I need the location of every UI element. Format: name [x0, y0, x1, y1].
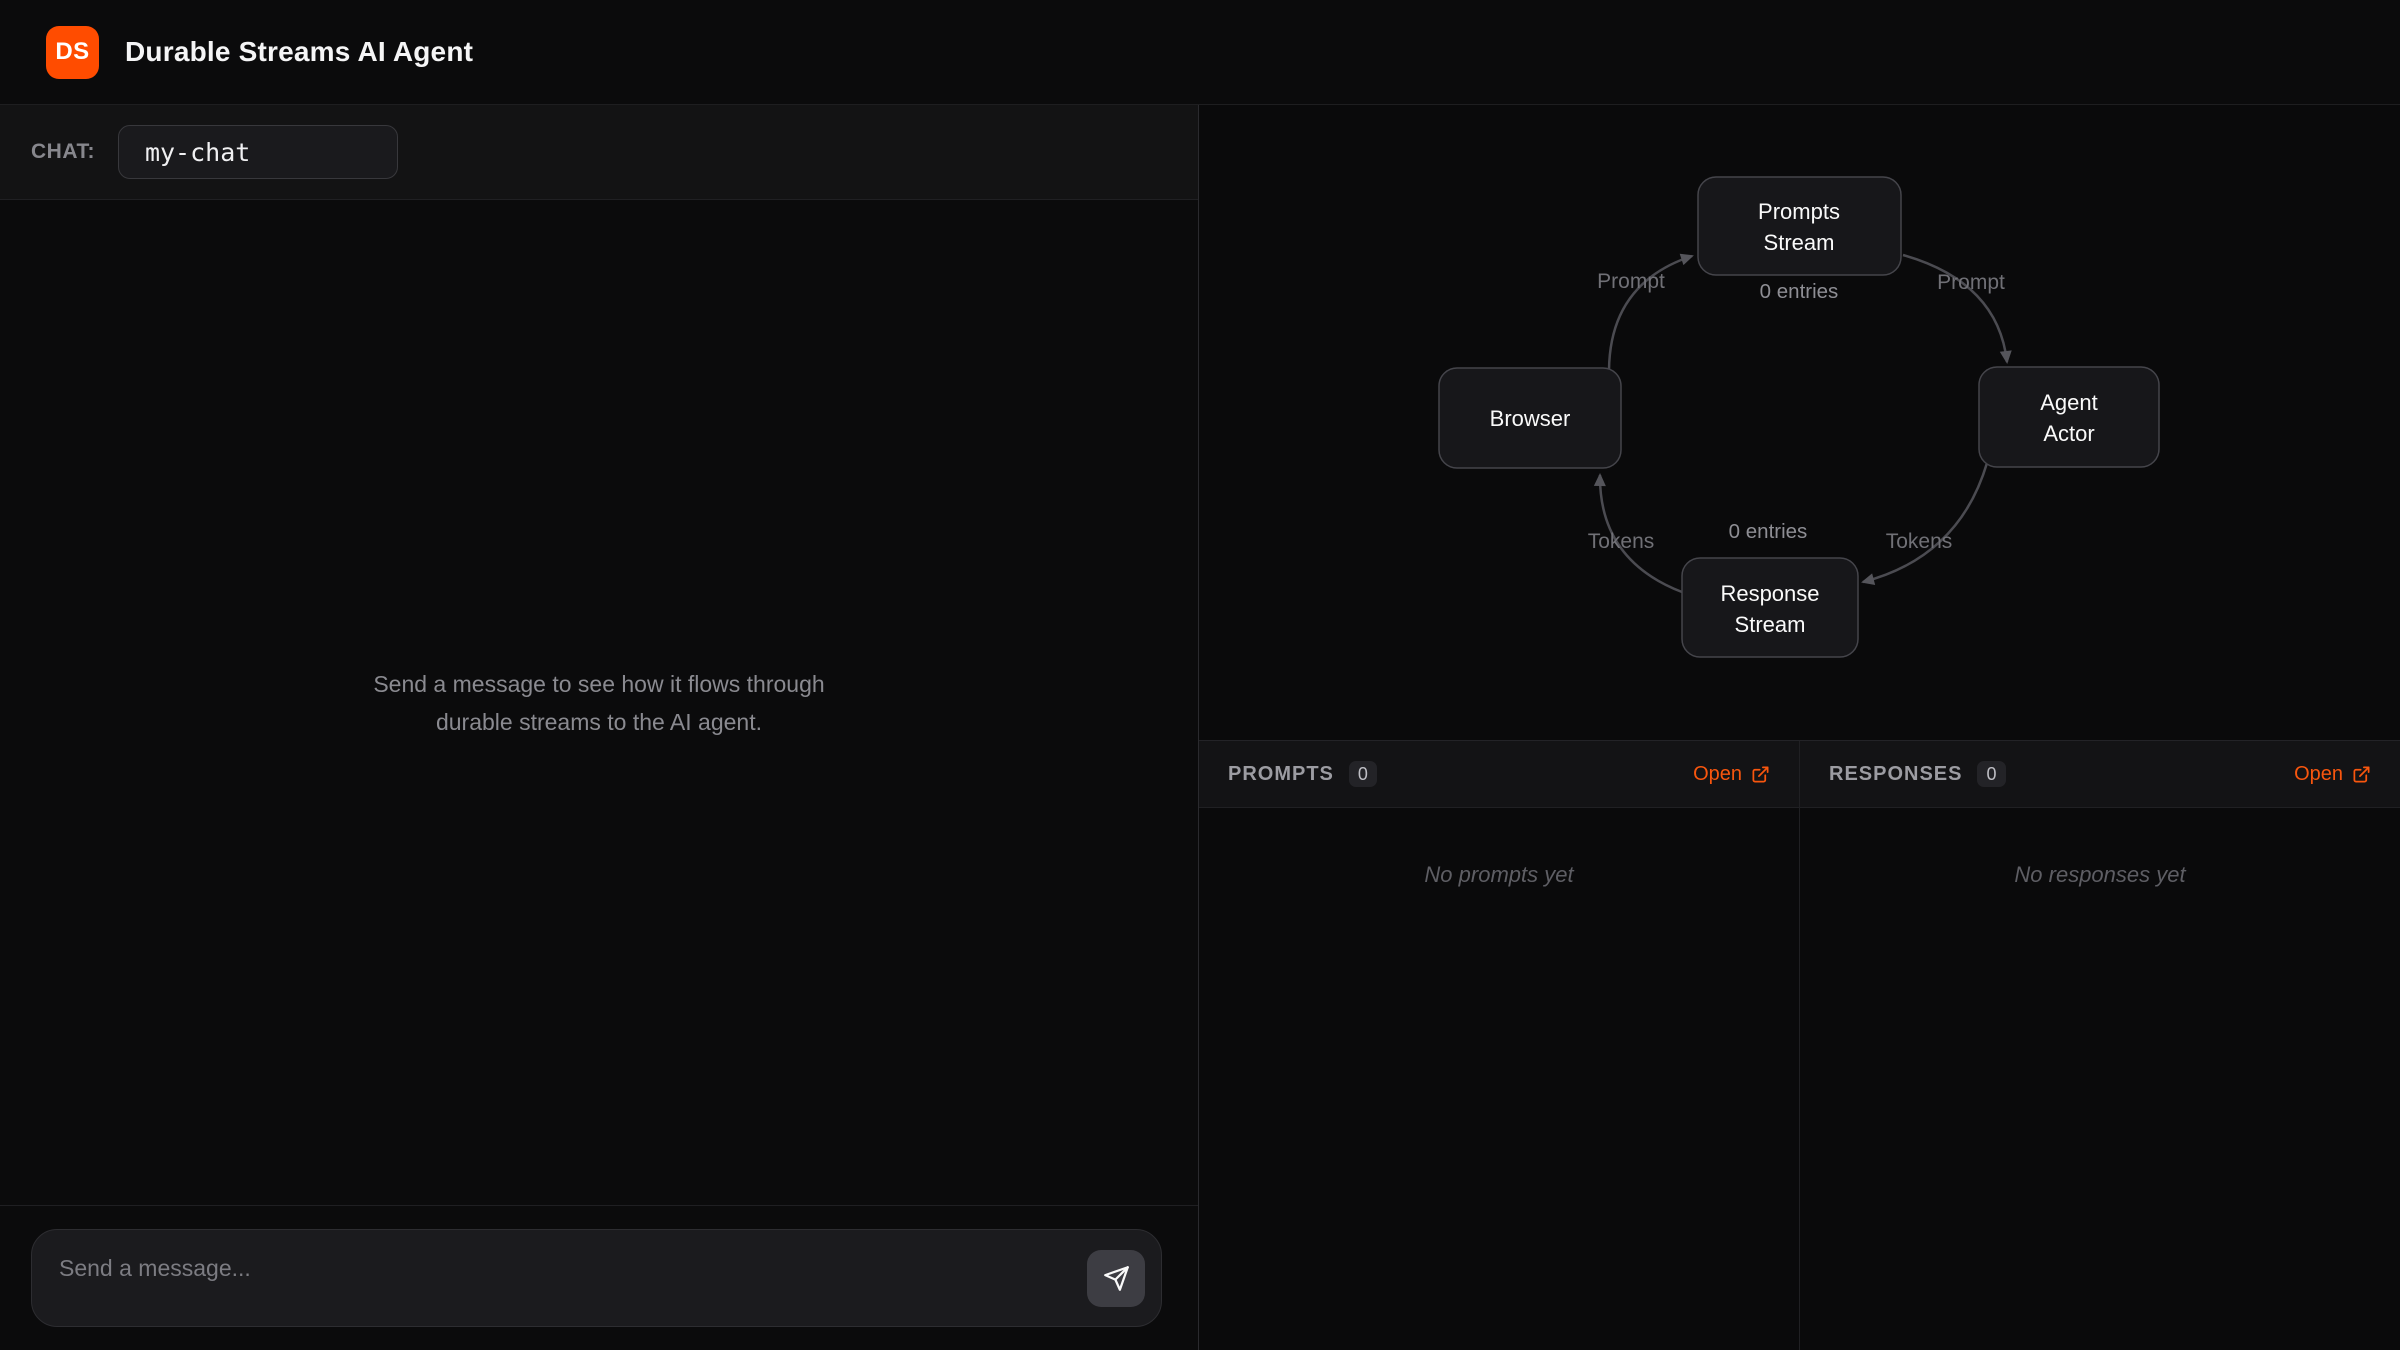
message-input-box [31, 1229, 1162, 1327]
chat-messages-area: Send a message to see how it flows throu… [0, 200, 1198, 1205]
stream-lists: PROMPTS 0 Open No prompts yet [1199, 740, 2400, 1350]
node-agent-actor: Agent Actor [1979, 367, 2159, 467]
message-input[interactable] [32, 1230, 1161, 1326]
responses-header: RESPONSES 0 Open [1800, 741, 2400, 808]
responses-empty-state: No responses yet [1800, 862, 2400, 888]
chat-id-input[interactable] [118, 125, 398, 179]
prompts-empty-state: No prompts yet [1199, 862, 1799, 888]
svg-text:Actor: Actor [2043, 421, 2094, 446]
flow-diagram-canvas: Prompts Stream Agent Actor Browser [1199, 105, 2400, 740]
chat-empty-line1: Send a message to see how it flows throu… [373, 665, 824, 703]
main-layout: CHAT: Send a message to see how it flows… [0, 105, 2400, 1350]
responses-count-badge: 0 [1977, 761, 2005, 787]
app-title: Durable Streams AI Agent [125, 36, 473, 68]
svg-text:Prompts: Prompts [1758, 199, 1840, 224]
chat-empty-state: Send a message to see how it flows throu… [373, 665, 824, 741]
send-button[interactable] [1087, 1250, 1145, 1307]
edge-agent-to-response [1863, 463, 1987, 582]
responses-body: No responses yet [1800, 808, 2400, 1350]
edge-label-tokens-left: Tokens [1588, 530, 1655, 553]
chat-empty-line2: durable streams to the AI agent. [373, 703, 824, 741]
send-paper-plane-icon [1103, 1265, 1130, 1292]
svg-text:Agent: Agent [2040, 390, 2098, 415]
svg-text:Stream: Stream [1735, 612, 1806, 637]
stream-flow-diagram: Prompts Stream Agent Actor Browser [1199, 105, 2400, 740]
prompts-count-badge: 0 [1349, 761, 1377, 787]
node-prompts-stream: Prompts Stream [1698, 177, 1901, 275]
open-responses-label: Open [2294, 763, 2343, 786]
external-link-icon [2352, 765, 2371, 784]
node-response-stream: Response Stream [1682, 558, 1858, 657]
open-prompts-label: Open [1693, 763, 1742, 786]
responses-title: RESPONSES [1829, 763, 1962, 786]
edge-label-prompt-left: Prompt [1597, 270, 1665, 293]
open-responses-link[interactable]: Open [2294, 763, 2371, 786]
prompts-body: No prompts yet [1199, 808, 1799, 1350]
chat-label: CHAT: [31, 140, 95, 164]
open-prompts-link[interactable]: Open [1693, 763, 1770, 786]
responses-stream-panel: RESPONSES 0 Open No responses yet [1800, 741, 2400, 1350]
prompts-title: PROMPTS [1228, 763, 1334, 786]
prompts-stream-panel: PROMPTS 0 Open No prompts yet [1199, 741, 1800, 1350]
edge-label-tokens-right: Tokens [1886, 530, 1953, 553]
composer-area [0, 1205, 1198, 1350]
chat-bar: CHAT: [0, 105, 1198, 200]
prompts-header: PROMPTS 0 Open [1199, 741, 1799, 808]
response-entries-label: 0 entries [1729, 520, 1808, 543]
external-link-icon [1751, 765, 1770, 784]
app-header: DS Durable Streams AI Agent [0, 0, 2400, 105]
chat-panel: CHAT: Send a message to see how it flows… [0, 105, 1199, 1350]
edge-label-prompt-right: Prompt [1937, 271, 2005, 294]
svg-text:Response: Response [1720, 581, 1819, 606]
prompts-entries-label: 0 entries [1760, 280, 1839, 303]
app-logo: DS [46, 26, 99, 79]
svg-text:Browser: Browser [1490, 406, 1571, 431]
app-root: DS Durable Streams AI Agent CHAT: Send a… [0, 0, 2400, 1350]
streams-panel: Prompts Stream Agent Actor Browser [1199, 105, 2400, 1350]
node-browser: Browser [1439, 368, 1621, 468]
svg-text:Stream: Stream [1764, 230, 1835, 255]
